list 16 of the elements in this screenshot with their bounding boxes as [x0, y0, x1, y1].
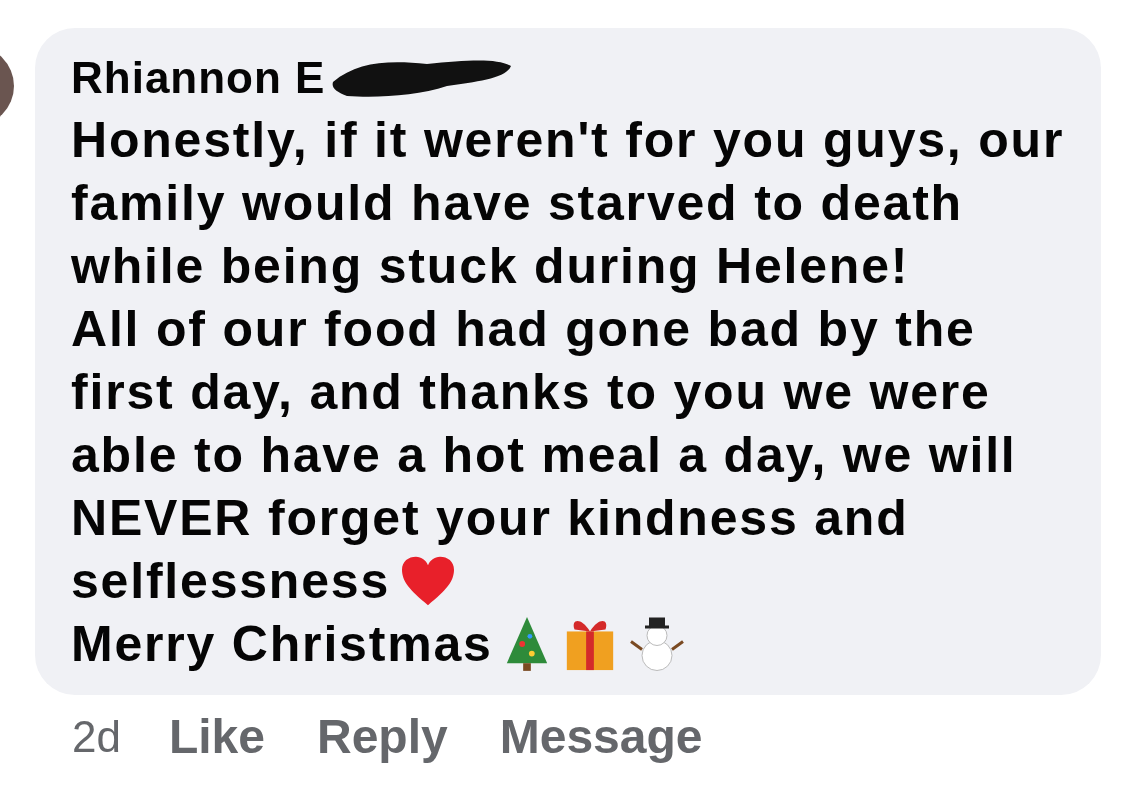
comment-text: Merry Christmas [71, 614, 493, 673]
timestamp: 2d [72, 711, 121, 762]
comment-text: selflessness [71, 551, 391, 610]
comment-text: able to have a hot meal a day, we will [71, 425, 1017, 484]
comment-text: NEVER forget your kindness and [71, 488, 909, 547]
action-link[interactable]: Message [499, 709, 703, 764]
action-link[interactable]: Like [168, 709, 265, 764]
comment-text: family would have starved to death [71, 173, 963, 232]
comment-text: while being stuck during Helene! [71, 236, 910, 295]
comment-text: Honestly, if it weren't for you guys, our [71, 110, 1065, 169]
snowman-icon [628, 615, 685, 672]
heart-icon [400, 554, 457, 607]
comment-text: first day, and thanks to you we were [71, 362, 991, 421]
author-name[interactable]: Rhiannon E [71, 53, 326, 103]
comment-text: All of our food had gone bad by the [71, 299, 976, 358]
action-link[interactable]: Reply [317, 709, 448, 764]
